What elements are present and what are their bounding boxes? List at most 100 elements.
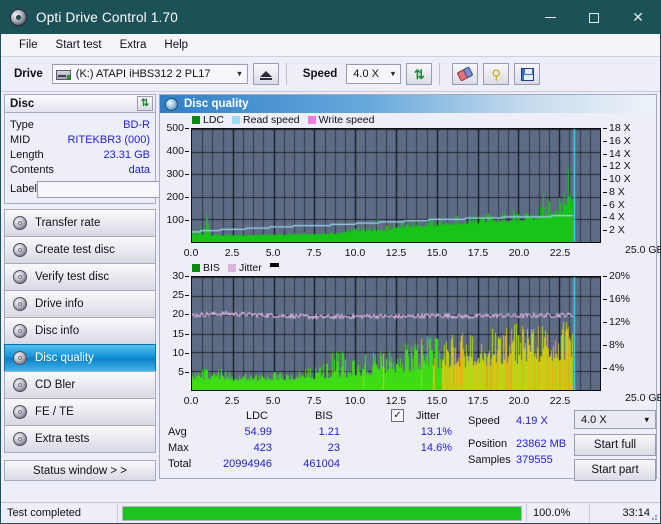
body: Disc ⇅ Type BD-R MID RITEKBR3 (000) Leng… <box>1 92 661 481</box>
stats-avg-jitter: 13.1% <box>420 426 452 438</box>
disc-row-mid: MID RITEKBR3 (000) <box>10 132 150 147</box>
position-value: 23862 MB <box>516 438 567 450</box>
x-tick-label: 10.0 <box>344 247 366 259</box>
y2-tick-label: 14 X <box>609 147 631 160</box>
disc-row-contents: Contents data <box>10 162 150 177</box>
window-title: Opti Drive Control 1.70 <box>36 10 178 25</box>
y-tick-label: 400 <box>166 145 184 157</box>
y2-tick-mark <box>603 179 607 181</box>
stats-max-jitter: 14.6% <box>420 442 452 454</box>
y2-tick-mark <box>603 368 607 369</box>
start-part-button[interactable]: Start part <box>574 459 656 481</box>
check-icon: ✓ <box>393 409 402 421</box>
stats-max-bis: 23 <box>327 442 340 454</box>
status-window-button[interactable]: Status window > > <box>4 460 156 481</box>
y2-tick-mark <box>603 217 607 219</box>
y2-tick-mark <box>603 140 607 142</box>
save-button[interactable] <box>514 63 541 85</box>
x-tick-label: 2.5 <box>224 247 240 259</box>
stats-grid: LDC BIS ✓ Jitter Avg 54.99 1.21 13.1% Ma… <box>168 409 656 481</box>
x-tick-label: 17.5 <box>467 247 489 259</box>
maximize-button[interactable] <box>572 1 616 34</box>
y-tick-label: 20 <box>172 308 184 321</box>
sidebar-item-create-test-disc[interactable]: Create test disc <box>4 236 156 264</box>
menu-extra[interactable]: Extra <box>111 37 156 53</box>
disc-mid-value: RITEKBR3 (000) <box>67 133 150 146</box>
menu-file[interactable]: File <box>10 37 47 53</box>
eject-icon <box>259 71 272 80</box>
sidebar-item-label: Create test disc <box>35 244 115 256</box>
close-button[interactable]: ✕ <box>616 1 660 34</box>
sidebar-item-label: Disc quality <box>35 352 94 364</box>
stats-row-avg: Avg <box>168 426 187 438</box>
jitter-checkbox[interactable]: ✓ <box>391 409 404 422</box>
speed-select-bottom-value: 4.0 X <box>581 413 607 426</box>
y-tick-mark <box>185 314 189 316</box>
disc-quality-panel: Disc quality LDC Read speed Write speed … <box>159 94 661 481</box>
y2-tick-label: 16% <box>609 293 631 305</box>
disc-label-row: Label <box>10 180 238 198</box>
drive-select[interactable]: (K:) ATAPI iHBS312 2 PL17 ▾ <box>51 64 248 84</box>
y2-tick-label: 4 X <box>609 211 625 224</box>
start-full-button[interactable]: Start full <box>574 434 656 456</box>
y2-tick-label: 20% <box>609 270 631 282</box>
eject-button[interactable] <box>252 63 279 85</box>
sidebar-item-disc-quality[interactable]: Disc quality <box>4 344 156 372</box>
legend-label: BIS <box>203 262 220 274</box>
y-tick-mark <box>185 220 189 221</box>
stats-max-ldc: 423 <box>253 442 272 454</box>
sidebar-item-verify-test-disc[interactable]: Verify test disc <box>4 263 156 291</box>
sidebar-item-disc-info[interactable]: Disc info <box>4 317 156 345</box>
disc-refresh-button[interactable]: ⇅ <box>137 96 153 111</box>
minimize-button[interactable] <box>528 1 572 34</box>
speed-select-bottom[interactable]: 4.0 X ▾ <box>574 410 656 429</box>
y-tick-label: 300 <box>166 168 184 180</box>
maximize-icon <box>589 12 599 23</box>
keys-button[interactable]: ⚲ <box>483 63 510 85</box>
y2-tick-label: 10 X <box>609 173 631 186</box>
sidebar-item-extra-tests[interactable]: Extra tests <box>4 425 156 453</box>
legend-write-speed: Write speed <box>307 114 375 126</box>
disc-length-label: Length <box>10 148 44 161</box>
x-tick-label: 0.0 <box>183 247 199 259</box>
disc-panel-header: Disc ⇅ <box>4 94 156 113</box>
disc-row-length: Length 23.31 GB <box>10 147 150 162</box>
legend-swatch <box>227 264 236 272</box>
y-axis-top: 100 200 300 400 500 <box>160 122 189 243</box>
disc-type-value: BD-R <box>123 118 150 131</box>
disc-icon <box>13 323 28 339</box>
progress-percent: 100.0% <box>533 507 571 519</box>
y2-tick-mark <box>603 322 607 323</box>
refresh-button[interactable]: ⇅ <box>406 63 433 85</box>
refresh-icon: ⇅ <box>140 98 150 109</box>
disc-icon <box>13 431 28 447</box>
y2-tick-label: 4% <box>609 362 625 374</box>
status-bar: Test completed 100.0% 33:14 <box>1 502 660 523</box>
legend-label: Read speed <box>243 114 300 126</box>
erase-button[interactable] <box>452 63 479 85</box>
menu-help[interactable]: Help <box>155 37 197 53</box>
sidebar-item-transfer-rate[interactable]: Transfer rate <box>4 209 156 237</box>
toolbar-divider-2 <box>439 63 441 85</box>
disc-icon <box>13 215 28 231</box>
disc-type-label: Type <box>10 118 34 131</box>
y-tick-mark <box>185 371 189 373</box>
stats-avg-ldc: 54.99 <box>244 426 272 438</box>
y2-tick-mark <box>603 276 607 277</box>
resize-grip[interactable] <box>648 511 658 521</box>
x-axis-top: 0.0 2.5 5.0 7.5 10.0 12.5 15.0 17.5 20.0 22.5 <box>184 244 601 260</box>
app-window: Opti Drive Control 1.70 ✕ File Start tes… <box>0 0 661 524</box>
y2-tick-label: 8 X <box>609 185 625 198</box>
disc-quality-header: Disc quality <box>160 95 656 113</box>
y-tick-mark <box>185 174 189 175</box>
stats-panel: LDC BIS ✓ Jitter Avg 54.99 1.21 13.1% Ma… <box>160 406 656 481</box>
speed-select[interactable]: 4.0 X ▾ <box>346 64 402 84</box>
chevron-down-icon: ▾ <box>644 414 649 424</box>
sidebar-item-fe-te[interactable]: FE / TE <box>4 398 156 426</box>
menu-start-test[interactable]: Start test <box>47 37 111 53</box>
stats-col-bis: BIS <box>315 410 333 422</box>
sidebar-item-drive-info[interactable]: Drive info <box>4 290 156 318</box>
y-tick-mark <box>185 128 189 129</box>
sidebar-item-cd-bler[interactable]: CD Bler <box>4 371 156 399</box>
x-axis-top-unit: 25.0 GB <box>625 244 661 256</box>
